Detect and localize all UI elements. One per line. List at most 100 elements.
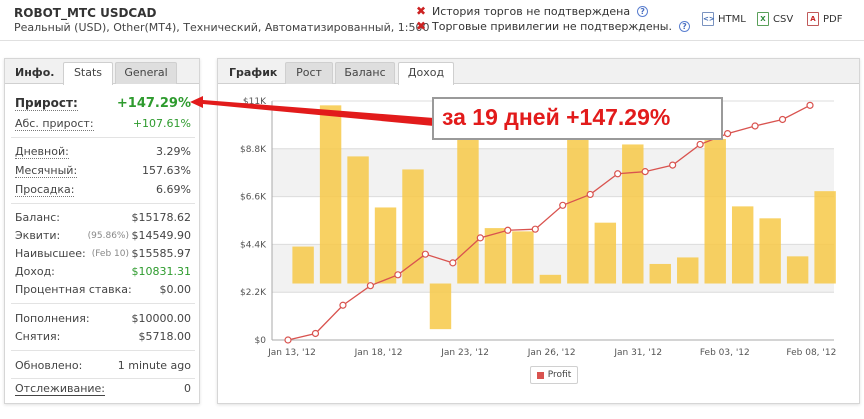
profit-point	[778, 115, 787, 124]
profit-bar	[677, 257, 699, 284]
pdf-file-icon: A	[807, 12, 819, 26]
deposits-row: Пополнения: $10000.00	[15, 312, 191, 326]
profit-bar	[649, 263, 671, 284]
x-tick-label: Jan 26, '12	[527, 348, 576, 358]
interest-value: $0.00	[159, 283, 192, 296]
profit-bar	[457, 127, 479, 284]
profit-value: $10831.31	[131, 265, 192, 278]
updated-value: 1 minute ago	[117, 359, 191, 372]
divider	[11, 137, 195, 138]
profit-bar	[319, 105, 342, 284]
tab-general[interactable]: General	[115, 62, 177, 84]
profit-point	[476, 234, 484, 242]
x-tick-label: Jan 18, '12	[354, 348, 403, 358]
gain-label[interactable]: Прирост:	[15, 96, 78, 111]
stats-panel: Инфо. Stats General Прирост: +147.29% Аб…	[4, 58, 200, 404]
withdrawals-label: Снятия:	[15, 330, 61, 343]
daily-label[interactable]: Дневной:	[15, 145, 69, 159]
profit-bar	[347, 156, 369, 284]
balance-label: Баланс:	[15, 211, 61, 224]
profit-point	[504, 226, 512, 234]
abs-gain-label[interactable]: Абс. прирост:	[15, 117, 94, 131]
profit-point	[586, 190, 594, 199]
y-tick-label: $11K	[243, 97, 267, 107]
profit-point	[641, 168, 649, 176]
profit-bar	[622, 144, 644, 284]
gain-value: +147.29%	[116, 96, 191, 111]
profit-row: Доход: $10831.31	[15, 265, 191, 279]
header-divider	[0, 40, 864, 41]
deposits-value: $10000.00	[131, 312, 192, 325]
profit-point	[559, 201, 567, 209]
chart-legend[interactable]: Profit	[530, 366, 578, 384]
profit-point	[284, 336, 292, 344]
profit-bar	[567, 125, 589, 284]
abs-gain-row: Абс. прирост: +107.61%	[15, 117, 191, 131]
highest-value: $15585.97	[131, 247, 192, 260]
account-subtitle: Реальный (USD), Other(MT4), Технический,…	[14, 21, 430, 34]
tracking-link[interactable]: Отслеживание:	[15, 382, 106, 396]
tab-stats[interactable]: Stats	[63, 62, 113, 85]
divider	[11, 203, 195, 204]
profit-point	[614, 170, 622, 178]
interest-row: Процентная ставка: $0.00	[15, 283, 191, 297]
profit-point	[751, 122, 759, 130]
abs-gain-value: +107.61%	[132, 117, 191, 130]
profit-point	[669, 161, 677, 169]
export-html-button[interactable]: <> HTML	[702, 12, 746, 26]
export-html-label: HTML	[718, 13, 746, 25]
updated-row: Обновлено: 1 minute ago	[15, 359, 191, 373]
deposits-label: Пополнения:	[15, 312, 90, 325]
help-icon[interactable]: ?	[678, 20, 690, 32]
legend-swatch	[536, 371, 544, 379]
warning-history-text: История торгов не подтверждена	[432, 4, 631, 18]
drawdown-row: Просадка: 6.69%	[15, 183, 191, 197]
profit-point	[311, 329, 320, 338]
help-icon[interactable]: ?	[637, 5, 649, 17]
export-pdf-button[interactable]: A PDF	[807, 12, 842, 26]
x-tick-label: Jan 23, '12	[440, 348, 489, 358]
highest-row: Наивысшее: (Feb 10) $15585.97	[15, 247, 191, 261]
info-heading: Инфо.	[15, 66, 55, 79]
y-tick-label: $0	[255, 336, 267, 346]
export-csv-label: CSV	[773, 13, 794, 25]
equity-value: $14549.90	[131, 229, 192, 242]
divider	[11, 378, 195, 379]
annotation-callout: за 19 дней +147.29%	[432, 97, 723, 140]
profit-bar	[512, 231, 534, 284]
monthly-label[interactable]: Месячный:	[15, 164, 78, 178]
profit-bar	[704, 139, 726, 284]
drawdown-value: 6.69%	[156, 183, 191, 196]
profit-point	[339, 301, 347, 309]
profit-point	[449, 259, 457, 267]
profit-point	[421, 250, 429, 258]
profit-bar	[814, 191, 836, 284]
export-csv-button[interactable]: X CSV	[757, 12, 793, 26]
profit-bar	[786, 256, 809, 284]
highest-date: (Feb 10)	[91, 249, 129, 259]
warning-privileges-text: Торговые привилегии не подтверждены.	[432, 19, 672, 33]
monthly-row: Месячный: 157.63%	[15, 164, 191, 178]
legend-label: Profit	[547, 370, 572, 380]
drawdown-label[interactable]: Просадка:	[15, 183, 75, 197]
profit-point	[366, 282, 375, 290]
withdrawals-row: Снятия: $5718.00	[15, 330, 191, 344]
stats-tabbar: Инфо. Stats General	[5, 59, 199, 85]
withdrawals-value: $5718.00	[138, 330, 192, 343]
x-tick-label: Jan 31, '12	[613, 348, 662, 358]
cross-icon: ✖	[416, 4, 427, 18]
profit-bar	[292, 246, 314, 284]
daily-value: 3.29%	[156, 145, 191, 158]
csv-file-icon: X	[757, 12, 769, 26]
profit-label: Доход:	[15, 265, 55, 278]
y-tick-label: $2.2K	[240, 288, 267, 298]
balance-row: Баланс: $15178.62	[15, 211, 191, 225]
equity-label: Эквити:	[15, 229, 61, 242]
updated-label: Обновлено:	[15, 359, 83, 372]
interest-label: Процентная ставка:	[15, 283, 132, 296]
tracking-row: Отслеживание: 0	[15, 382, 191, 396]
x-tick-label: Feb 08, '12	[786, 348, 836, 358]
html-file-icon: <>	[702, 12, 715, 26]
grid-band	[272, 292, 834, 340]
profit-bar	[594, 222, 617, 284]
